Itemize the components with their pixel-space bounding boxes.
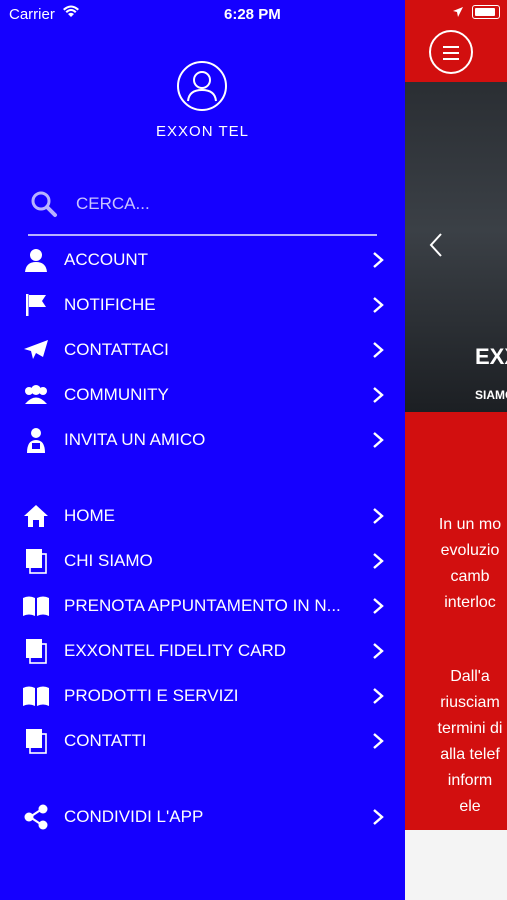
carrier-label: Carrier — [9, 6, 55, 23]
menu-item-account[interactable]: ACCOUNT — [22, 243, 384, 277]
paper-plane-icon — [22, 336, 50, 364]
paragraph-2: Dall'a riusciam termini di alla telef in… — [405, 664, 507, 820]
invite-friend-icon — [22, 426, 50, 454]
banner-subtitle: SIAMO — [475, 388, 507, 402]
users-icon — [22, 381, 50, 409]
chevron-right-icon — [373, 809, 384, 825]
menu-item-label: ACCOUNT — [64, 250, 149, 269]
status-bar: Carrier 6:28 PM — [0, 0, 507, 28]
paragraph-1: In un mo evoluzio camb interloc — [405, 512, 507, 616]
text-line: camb — [450, 568, 490, 585]
hamburger-menu-button[interactable] — [429, 30, 473, 74]
text-line: termini di — [437, 720, 503, 737]
battery-icon — [472, 5, 500, 19]
text-line: interloc — [444, 594, 496, 611]
pages-icon — [22, 547, 50, 575]
menu-item-invita-un-amico[interactable]: INVITA UN AMICO — [22, 423, 384, 457]
text-line: riusciam — [440, 694, 500, 711]
menu-item-label: INVITA UN AMICO — [64, 430, 206, 449]
menu-item-label: CHI SIAMO — [64, 551, 153, 570]
chevron-left-icon[interactable] — [429, 232, 443, 258]
chevron-right-icon — [373, 553, 384, 569]
chevron-right-icon — [373, 688, 384, 704]
plant-image — [405, 830, 507, 900]
menu-item-prodotti-e-servizi[interactable]: PRODOTTI E SERVIZI — [22, 679, 384, 713]
menu-item-prenota-appuntamento-in-n[interactable]: PRENOTA APPUNTAMENTO IN N... — [22, 589, 384, 623]
pages-icon — [22, 637, 50, 665]
chevron-right-icon — [373, 252, 384, 268]
menu-item-label: HOME — [64, 506, 115, 525]
banner-title: EXX — [475, 344, 507, 369]
menu-item-condividi-l-app[interactable]: CONDIVIDI L'APP — [22, 800, 384, 834]
chevron-right-icon — [373, 342, 384, 358]
text-line: inform — [447, 772, 493, 789]
menu-item-home[interactable]: HOME — [22, 499, 384, 533]
home-icon — [22, 502, 50, 530]
book-icon — [22, 682, 50, 710]
chevron-right-icon — [373, 643, 384, 659]
text-line: alla telef — [440, 746, 500, 763]
text-line: evoluzio — [440, 542, 500, 559]
flag-icon — [22, 291, 50, 319]
search-bar — [28, 186, 377, 236]
menu-item-label: EXXONTEL FIDELITY CARD — [64, 641, 286, 660]
menu-item-contatti[interactable]: CONTATTI — [22, 724, 384, 758]
menu-item-contattaci[interactable]: CONTATTACI — [22, 333, 384, 367]
menu-item-label: COMMUNITY — [64, 385, 169, 404]
user-outline-icon — [187, 71, 217, 102]
side-menu: EXXON TEL ACCOUNT NOTIFICHE CONTATTACI COMM… — [0, 0, 405, 900]
profile-name: EXXON TEL — [156, 123, 249, 140]
pages-icon — [22, 727, 50, 755]
book-icon — [22, 592, 50, 620]
chevron-right-icon — [373, 387, 384, 403]
wifi-icon — [63, 5, 79, 17]
clock: 6:28 PM — [224, 6, 281, 23]
text-line: ele — [459, 798, 481, 815]
menu-item-label: NOTIFICHE — [64, 295, 156, 314]
text-line: Dall'a — [450, 668, 490, 685]
banner-image: EXX SIAMO — [405, 82, 507, 412]
chevron-right-icon — [373, 432, 384, 448]
menu-item-label: CONDIVIDI L'APP — [64, 807, 204, 826]
menu-item-label: CONTATTI — [64, 731, 147, 750]
menu-item-notifiche[interactable]: NOTIFICHE — [22, 288, 384, 322]
menu-item-label: CONTATTACI — [64, 340, 169, 359]
search-input[interactable] — [74, 188, 368, 220]
avatar[interactable] — [177, 61, 227, 111]
menu-item-exxontel-fidelity-card[interactable]: EXXONTEL FIDELITY CARD — [22, 634, 384, 668]
menu-item-community[interactable]: COMMUNITY — [22, 378, 384, 412]
share-icon — [22, 803, 50, 831]
user-icon — [22, 246, 50, 274]
chevron-right-icon — [373, 508, 384, 524]
location-arrow-icon — [453, 7, 463, 17]
search-icon — [31, 191, 57, 217]
menu-item-label: PRODOTTI E SERVIZI — [64, 686, 239, 705]
main-content: EXX SIAMO In un mo evoluzio camb interlo… — [405, 0, 507, 900]
chevron-right-icon — [373, 297, 384, 313]
chevron-right-icon — [373, 733, 384, 749]
menu-item-label: PRENOTA APPUNTAMENTO IN N... — [64, 596, 341, 615]
text-line: In un mo — [438, 516, 502, 533]
menu-item-chi-siamo[interactable]: CHI SIAMO — [22, 544, 384, 578]
chevron-right-icon — [373, 598, 384, 614]
